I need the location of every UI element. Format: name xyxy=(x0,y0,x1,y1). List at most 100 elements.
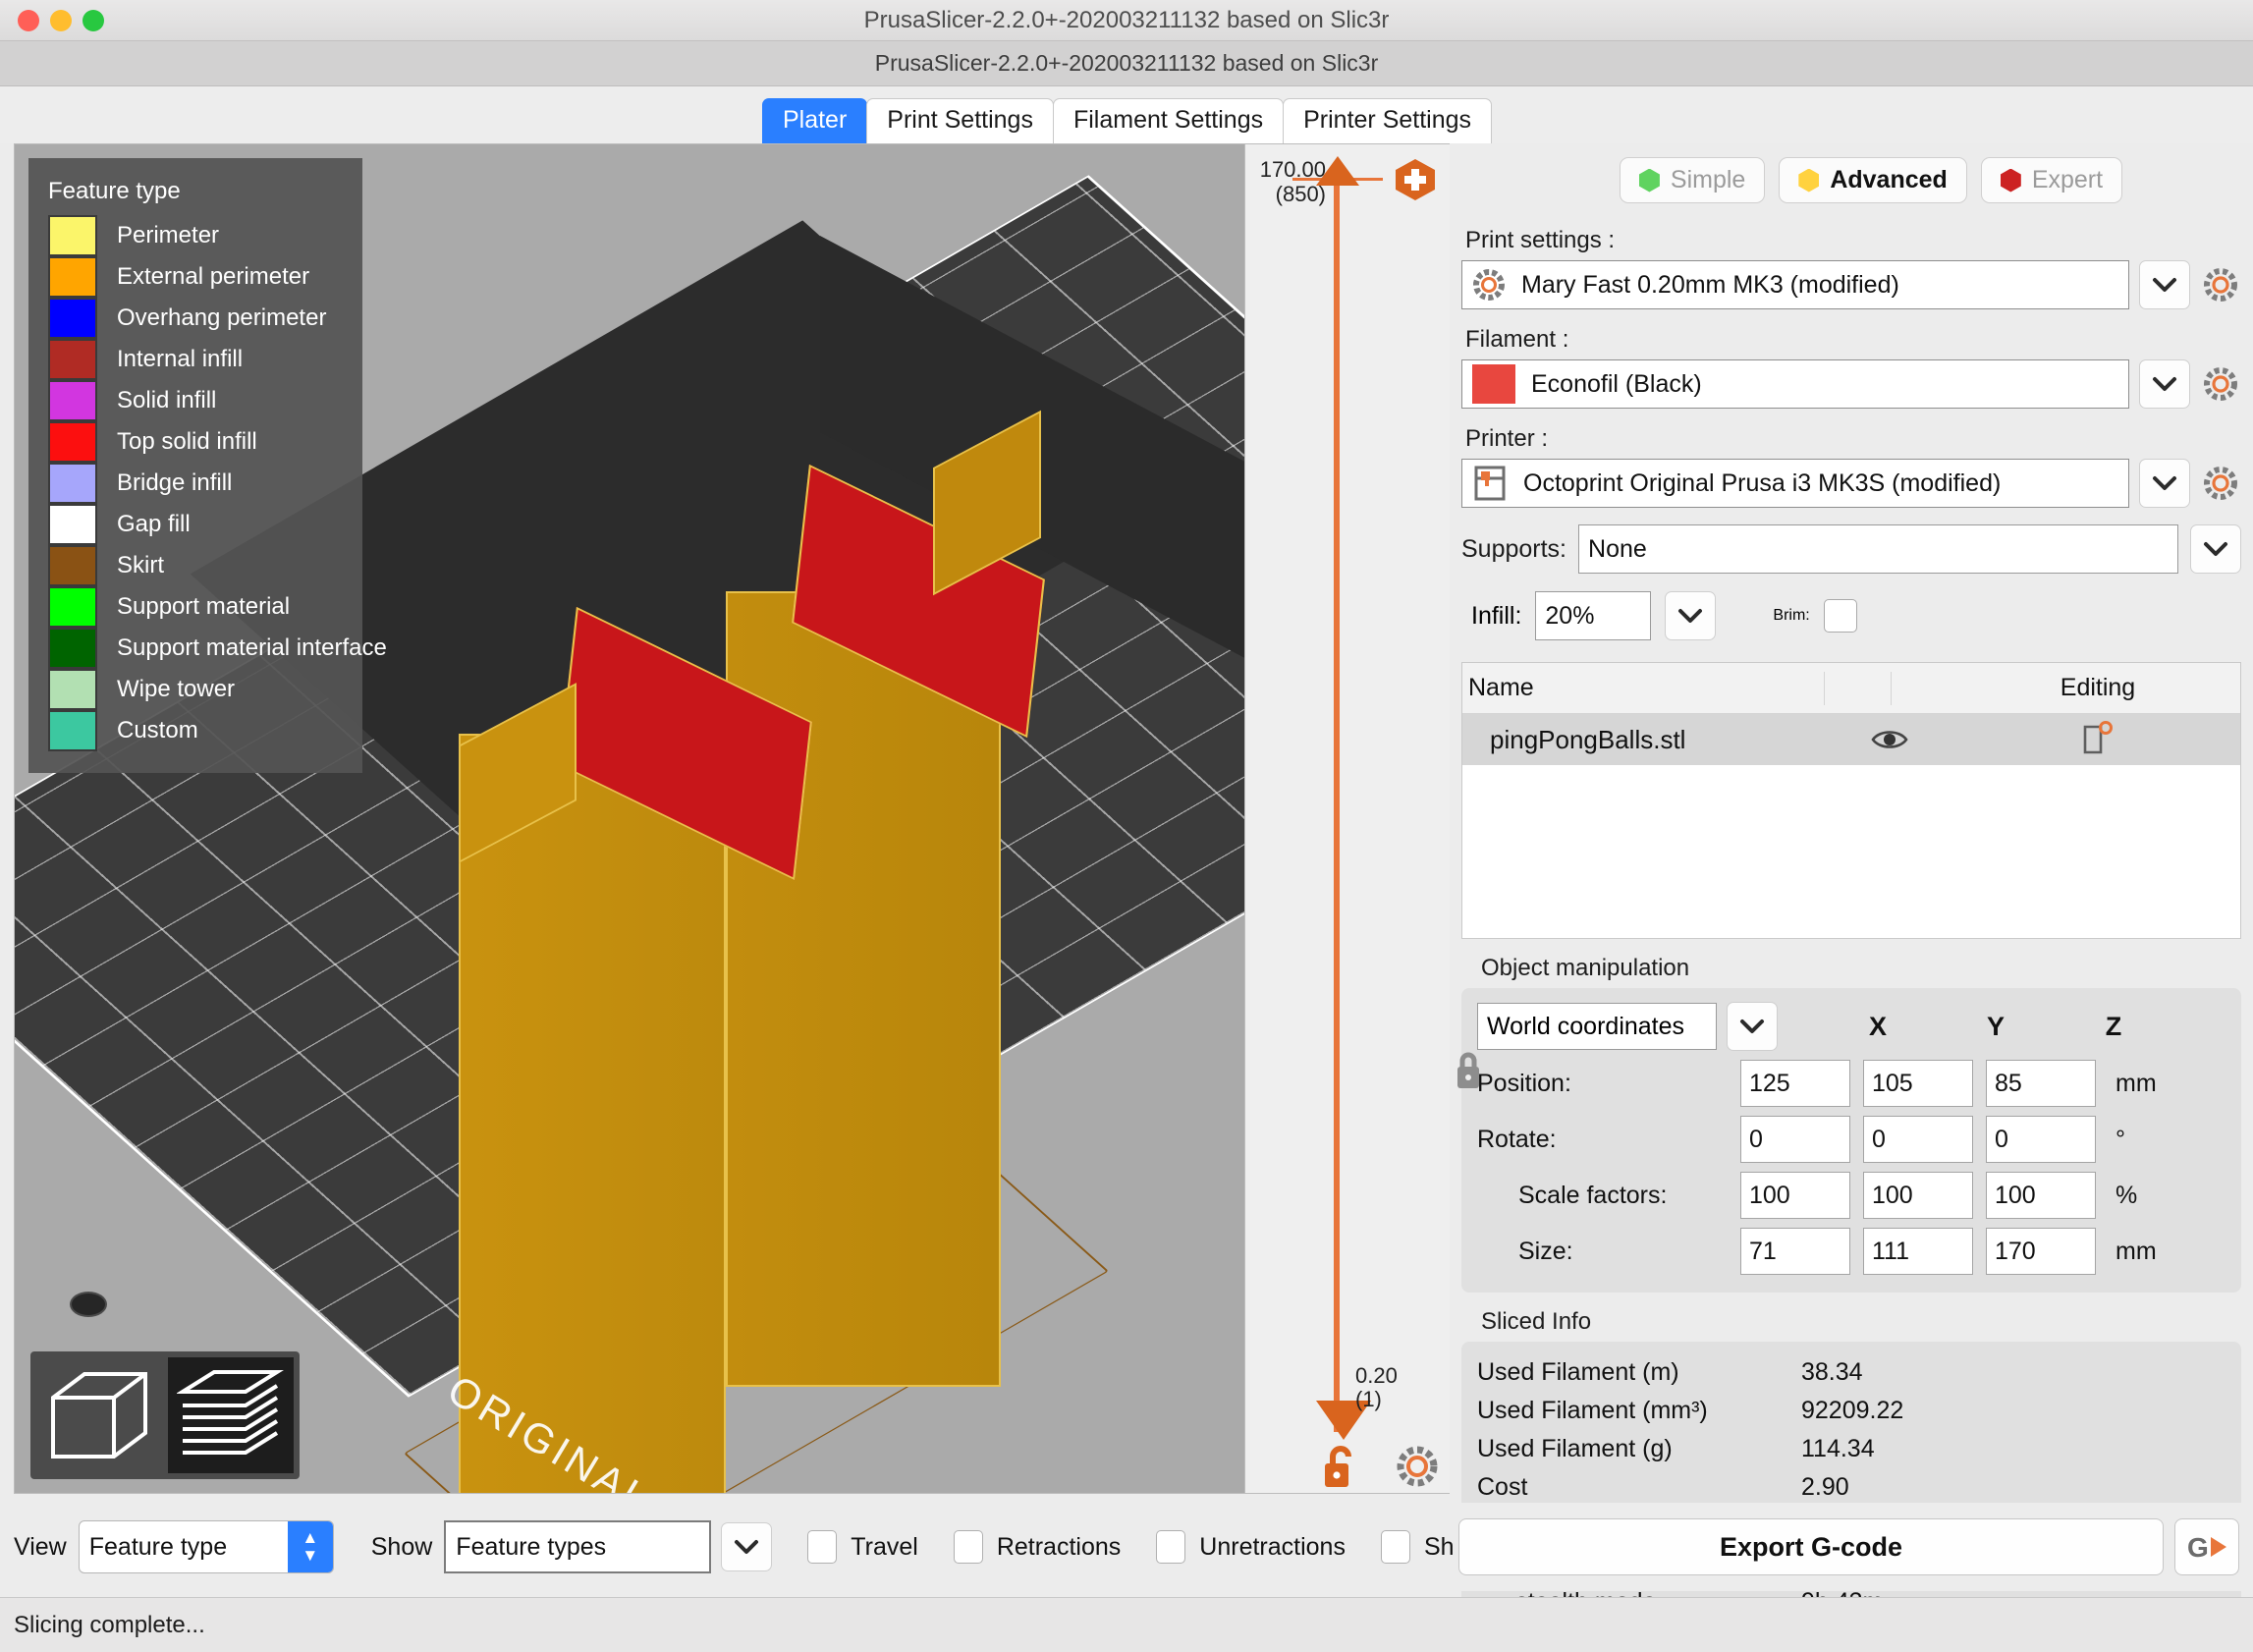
printer-dropdown-button[interactable] xyxy=(2139,459,2190,508)
object-visibility-toggle[interactable] xyxy=(1824,727,1955,752)
object-manipulation-input[interactable]: 100 xyxy=(1863,1172,1973,1219)
filament-color-swatch xyxy=(1472,364,1515,404)
tab-filament-settings[interactable]: Filament Settings xyxy=(1052,98,1285,143)
filament-dropdown-button[interactable] xyxy=(2139,359,2190,409)
show-dropdown-button[interactable] xyxy=(721,1522,773,1571)
sliced-info-value: 38.34 xyxy=(1801,1358,1863,1386)
view-select[interactable]: Feature type ▲ ▼ xyxy=(78,1520,334,1573)
show-select[interactable]: Feature types xyxy=(444,1520,712,1573)
supports-label: Supports: xyxy=(1461,534,1567,563)
object-editing-button[interactable] xyxy=(1955,721,2240,758)
coordinate-system-dropdown-button[interactable] xyxy=(1727,1002,1778,1051)
object-name: pingPongBalls.stl xyxy=(1490,724,1686,754)
feature-checkbox-wrapper[interactable]: Sh xyxy=(1380,1530,1455,1564)
object-manipulation-input[interactable]: 125 xyxy=(1740,1060,1850,1107)
tab-plater[interactable]: Plater xyxy=(761,98,868,143)
object-manipulation-input[interactable]: 85 xyxy=(1986,1060,2096,1107)
send-to-printer-button[interactable]: G xyxy=(2174,1518,2239,1575)
editing-icon xyxy=(2083,721,2113,754)
axis-header-z: Z xyxy=(2105,1011,2122,1041)
show-value: Feature types xyxy=(456,1532,607,1561)
layers-icon xyxy=(177,1370,284,1455)
layer-top-index: (850) xyxy=(1275,181,1326,206)
status-bar: Slicing complete... xyxy=(0,1597,2253,1652)
add-color-change-button[interactable] xyxy=(1395,158,1436,201)
supports-dropdown-button[interactable] xyxy=(2190,524,2241,574)
view-3d-button[interactable] xyxy=(36,1357,162,1473)
object-manipulation-unit: mm xyxy=(2116,1069,2157,1097)
minimize-window-button[interactable] xyxy=(50,9,72,31)
table-row[interactable]: pingPongBalls.stl xyxy=(1462,714,2240,765)
layer-slider-settings-button[interactable] xyxy=(1395,1444,1440,1489)
window-controls[interactable] xyxy=(18,9,104,31)
feature-checkbox-wrapper[interactable]: Travel xyxy=(807,1530,918,1564)
sliced-info-row: Used Filament (m) 38.34 xyxy=(1477,1353,2226,1392)
legend-item: Solid infill xyxy=(48,380,345,421)
sliced-info-row: Used Filament (mm³) 92209.22 xyxy=(1477,1392,2226,1430)
tab-print-settings[interactable]: Print Settings xyxy=(866,98,1054,143)
sliced-info-key: Used Filament (g) xyxy=(1477,1435,1673,1462)
legend-color-swatch xyxy=(48,215,97,256)
brim-checkbox[interactable] xyxy=(1823,599,1857,633)
layer-slider-track[interactable] xyxy=(1334,178,1340,1432)
print-settings-combo[interactable]: Mary Fast 0.20mm MK3 (modified) xyxy=(1461,260,2129,309)
print-settings-value: Mary Fast 0.20mm MK3 (modified) xyxy=(1521,270,1899,299)
legend-item-label: Top solid infill xyxy=(117,428,257,455)
object-manipulation-input[interactable]: 105 xyxy=(1863,1060,1973,1107)
object-manipulation-input[interactable]: 0 xyxy=(1986,1116,2096,1163)
checkbox-travel[interactable] xyxy=(807,1530,838,1564)
export-gcode-button[interactable]: Export G-code xyxy=(1458,1518,2164,1575)
print-settings-dropdown-button[interactable] xyxy=(2139,260,2190,309)
view-select-stepper-icon[interactable]: ▲ ▼ xyxy=(287,1521,333,1572)
legend-item-label: Skirt xyxy=(117,552,164,578)
tab-printer-settings[interactable]: Printer Settings xyxy=(1283,98,1493,143)
printer-edit-button[interactable] xyxy=(2200,461,2241,506)
printer-combo[interactable]: Octoprint Original Prusa i3 MK3S (modifi… xyxy=(1461,459,2129,508)
object-manipulation-input[interactable]: 100 xyxy=(1740,1172,1850,1219)
mode-advanced-button[interactable]: Advanced xyxy=(1779,157,1967,203)
legend-item: External perimeter xyxy=(48,256,345,298)
object-manipulation-input[interactable]: 170 xyxy=(1986,1228,2096,1275)
object-manipulation-input[interactable]: 0 xyxy=(1740,1116,1850,1163)
filament-combo[interactable]: Econofil (Black) xyxy=(1461,359,2129,409)
print-settings-edit-button[interactable] xyxy=(2200,262,2241,307)
layer-slider-bottom-label: 0.20 (1) xyxy=(1355,1363,1398,1412)
close-window-button[interactable] xyxy=(18,9,39,31)
object-manipulation-input[interactable]: 111 xyxy=(1863,1228,1973,1275)
filament-edit-button[interactable] xyxy=(2200,361,2241,407)
checkbox-label: Unretractions xyxy=(1199,1532,1346,1561)
legend-item-label: Custom xyxy=(117,717,198,743)
checkbox-retractions[interactable] xyxy=(953,1530,983,1564)
chevron-down-icon xyxy=(2153,278,2176,292)
mode-simple-button[interactable]: Simple xyxy=(1619,157,1766,203)
infill-combo[interactable]: 20% xyxy=(1535,591,1652,640)
view-preview-button[interactable] xyxy=(168,1357,294,1473)
mode-advanced-label: Advanced xyxy=(1830,166,1948,193)
checkbox-label: Sh xyxy=(1423,1532,1455,1561)
feature-checkbox-wrapper[interactable]: Retractions xyxy=(953,1530,1121,1564)
checkbox-sh[interactable] xyxy=(1380,1530,1410,1564)
mode-expert-button[interactable]: Expert xyxy=(1980,157,2123,203)
object-manipulation-input[interactable]: 0 xyxy=(1863,1116,1973,1163)
coordinate-system-combo[interactable]: World coordinates xyxy=(1477,1003,1717,1050)
mode-selector[interactable]: Simple Advanced Expert xyxy=(1501,157,2241,203)
supports-combo[interactable]: None xyxy=(1578,524,2178,574)
feature-checkbox-wrapper[interactable]: Unretractions xyxy=(1156,1530,1346,1564)
layer-slider[interactable]: 170.00 (850) 0.20 (1) xyxy=(1245,143,1450,1494)
checkbox-unretractions[interactable] xyxy=(1156,1530,1186,1564)
uniform-scale-lock-button[interactable] xyxy=(1452,1051,1485,1090)
model-part-left xyxy=(459,734,726,1493)
show-label: Show xyxy=(370,1532,433,1561)
layer-slider-upper-handle[interactable] xyxy=(1316,156,1359,186)
filament-label: Filament : xyxy=(1465,326,1569,353)
legend-color-swatch xyxy=(48,339,97,380)
right-sidebar: Simple Advanced Expert Print settings : xyxy=(1450,143,2241,1635)
infill-dropdown-button[interactable] xyxy=(1665,591,1717,640)
object-list-empty-area[interactable] xyxy=(1462,765,2240,938)
object-manipulation-input[interactable]: 100 xyxy=(1986,1172,2096,1219)
view-mode-toggle-group[interactable] xyxy=(30,1351,300,1479)
preview-viewport[interactable]: ORIGINAL PRU Feature type PerimeterExter… xyxy=(14,143,1245,1494)
one-layer-mode-button[interactable] xyxy=(1318,1444,1361,1489)
maximize-window-button[interactable] xyxy=(82,9,104,31)
object-manipulation-input[interactable]: 71 xyxy=(1740,1228,1850,1275)
